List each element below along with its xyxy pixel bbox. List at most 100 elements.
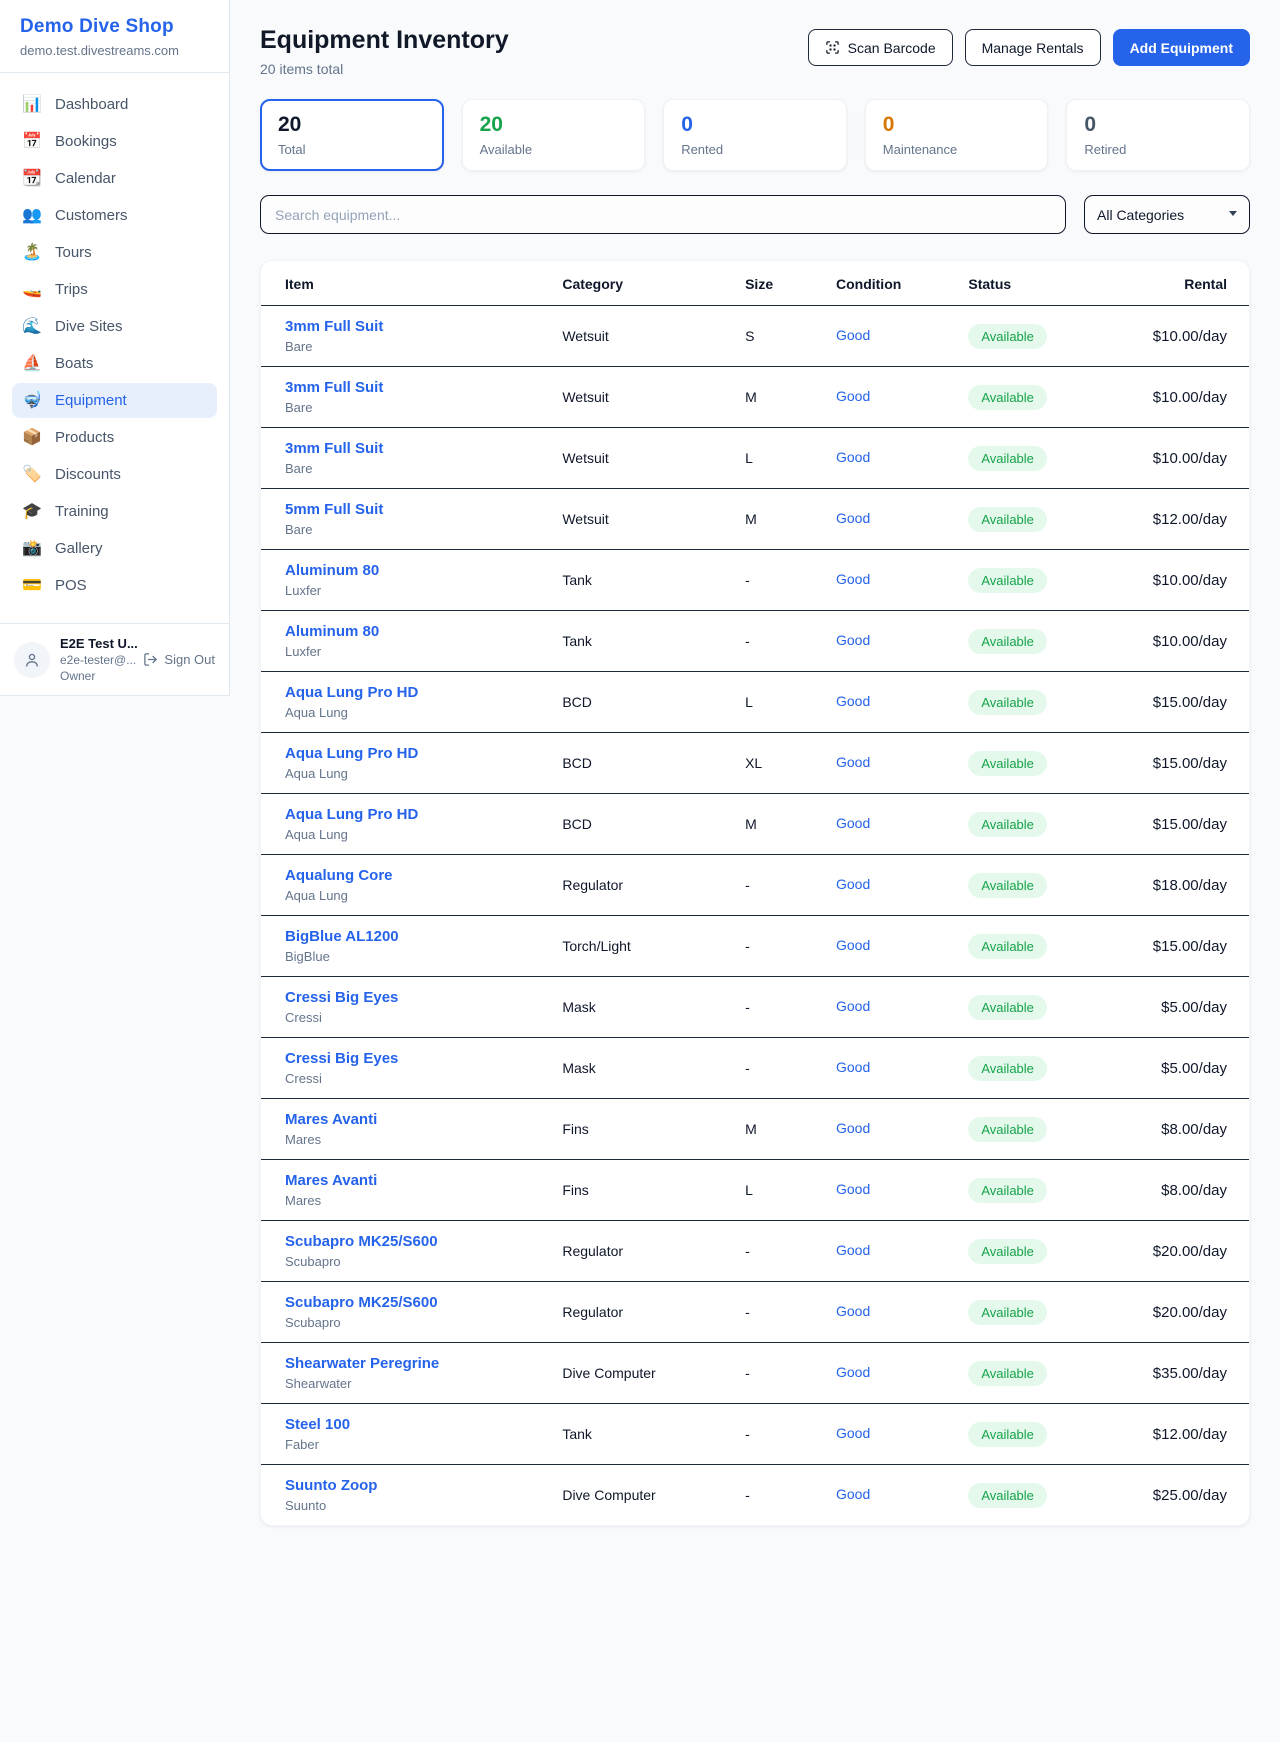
item-condition-link[interactable]: Good (836, 876, 870, 892)
item-brand: Cressi (285, 1071, 562, 1086)
item-condition-link[interactable]: Good (836, 449, 870, 465)
sidebar-item-customers[interactable]: 👥 Customers (12, 198, 217, 233)
sidebar-item-boats[interactable]: ⛵ Boats (12, 346, 217, 381)
item-condition-link[interactable]: Good (836, 815, 870, 831)
item-size: - (745, 1465, 836, 1526)
stat-card-available[interactable]: 20 Available (462, 99, 646, 171)
item-condition-link[interactable]: Good (836, 1486, 870, 1502)
item-brand: Suunto (285, 1498, 562, 1513)
item-name-link[interactable]: 3mm Full Suit (285, 318, 562, 335)
item-category: Wetsuit (562, 306, 745, 367)
sidebar-item-label: Bookings (55, 133, 117, 150)
item-name-link[interactable]: Cressi Big Eyes (285, 1050, 562, 1067)
sidebar-item-label: Training (55, 503, 109, 520)
sidebar-item-pos[interactable]: 💳 POS (12, 568, 217, 603)
table-row: Aqua Lung Pro HD Aqua Lung BCD M Good Av… (261, 794, 1249, 855)
table-row: Aqua Lung Pro HD Aqua Lung BCD L Good Av… (261, 672, 1249, 733)
item-rental-price: $10.00/day (1101, 428, 1249, 489)
status-badge: Available (968, 507, 1047, 532)
item-size: M (745, 367, 836, 428)
item-condition-link[interactable]: Good (836, 1364, 870, 1380)
brand-domain: demo.test.divestreams.com (20, 43, 209, 58)
item-brand: Mares (285, 1193, 562, 1208)
item-name-link[interactable]: Mares Avanti (285, 1172, 562, 1189)
sign-out-button[interactable]: Sign Out (143, 652, 215, 667)
item-name-link[interactable]: 3mm Full Suit (285, 379, 562, 396)
item-name-link[interactable]: Aqua Lung Pro HD (285, 745, 562, 762)
item-name-link[interactable]: Cressi Big Eyes (285, 989, 562, 1006)
sidebar-item-equipment[interactable]: 🤿 Equipment (12, 383, 217, 418)
stat-value: 20 (480, 113, 628, 137)
item-condition-link[interactable]: Good (836, 327, 870, 343)
item-condition-link[interactable]: Good (836, 754, 870, 770)
discounts-icon: 🏷️ (22, 467, 42, 483)
item-condition-link[interactable]: Good (836, 1059, 870, 1075)
item-name-link[interactable]: Aluminum 80 (285, 623, 562, 640)
sidebar-item-bookings[interactable]: 📅 Bookings (12, 124, 217, 159)
search-input[interactable] (260, 195, 1066, 234)
sidebar-item-label: POS (55, 577, 87, 594)
sign-out-icon (143, 652, 158, 667)
item-name-link[interactable]: 5mm Full Suit (285, 501, 562, 518)
item-condition-link[interactable]: Good (836, 693, 870, 709)
item-size: L (745, 1160, 836, 1221)
item-size: L (745, 672, 836, 733)
item-condition-link[interactable]: Good (836, 937, 870, 953)
status-badge: Available (968, 690, 1047, 715)
item-name-link[interactable]: Steel 100 (285, 1416, 562, 1433)
item-rental-price: $15.00/day (1101, 733, 1249, 794)
item-name-link[interactable]: Suunto Zoop (285, 1477, 562, 1494)
item-condition-link[interactable]: Good (836, 388, 870, 404)
stat-cards: 20 Total 20 Available 0 Rented 0 Mainten… (260, 99, 1250, 171)
item-condition-link[interactable]: Good (836, 998, 870, 1014)
column-header-size: Size (745, 261, 836, 306)
item-name-link[interactable]: Aqua Lung Pro HD (285, 684, 562, 701)
item-name-link[interactable]: Aqualung Core (285, 867, 562, 884)
manage-rentals-label: Manage Rentals (982, 40, 1084, 56)
stat-value: 0 (681, 113, 829, 137)
item-name-link[interactable]: BigBlue AL1200 (285, 928, 562, 945)
stat-card-maintenance[interactable]: 0 Maintenance (865, 99, 1049, 171)
stat-card-total[interactable]: 20 Total (260, 99, 444, 171)
item-name-link[interactable]: Shearwater Peregrine (285, 1355, 562, 1372)
sidebar-item-products[interactable]: 📦 Products (12, 420, 217, 455)
scan-barcode-button[interactable]: Scan Barcode (808, 29, 953, 66)
manage-rentals-button[interactable]: Manage Rentals (965, 29, 1101, 66)
sidebar-item-training[interactable]: 🎓 Training (12, 494, 217, 529)
table-row: Cressi Big Eyes Cressi Mask - Good Avail… (261, 977, 1249, 1038)
item-name-link[interactable]: Mares Avanti (285, 1111, 562, 1128)
category-filter-select[interactable]: All Categories (1084, 195, 1250, 234)
sidebar-item-gallery[interactable]: 📸 Gallery (12, 531, 217, 566)
sidebar-item-tours[interactable]: 🏝️ Tours (12, 235, 217, 270)
customers-icon: 👥 (22, 208, 42, 224)
stat-card-retired[interactable]: 0 Retired (1066, 99, 1250, 171)
trips-icon: 🚤 (22, 282, 42, 298)
item-brand: Bare (285, 339, 562, 354)
sidebar-item-trips[interactable]: 🚤 Trips (12, 272, 217, 307)
item-name-link[interactable]: Aluminum 80 (285, 562, 562, 579)
item-rental-price: $8.00/day (1101, 1099, 1249, 1160)
avatar (14, 642, 50, 678)
item-name-link[interactable]: Aqua Lung Pro HD (285, 806, 562, 823)
item-condition-link[interactable]: Good (836, 632, 870, 648)
sidebar-item-dive-sites[interactable]: 🌊 Dive Sites (12, 309, 217, 344)
add-equipment-button[interactable]: Add Equipment (1113, 29, 1250, 66)
item-condition-link[interactable]: Good (836, 1303, 870, 1319)
item-name-link[interactable]: Scubapro MK25/S600 (285, 1233, 562, 1250)
stat-card-rented[interactable]: 0 Rented (663, 99, 847, 171)
item-category: Regulator (562, 1282, 745, 1343)
sidebar-item-discounts[interactable]: 🏷️ Discounts (12, 457, 217, 492)
sidebar-item-calendar[interactable]: 📆 Calendar (12, 161, 217, 196)
sidebar-item-dashboard[interactable]: 📊 Dashboard (12, 87, 217, 122)
item-name-link[interactable]: Scubapro MK25/S600 (285, 1294, 562, 1311)
table-row: Scubapro MK25/S600 Scubapro Regulator - … (261, 1221, 1249, 1282)
item-condition-link[interactable]: Good (836, 1181, 870, 1197)
item-condition-link[interactable]: Good (836, 510, 870, 526)
item-name-link[interactable]: 3mm Full Suit (285, 440, 562, 457)
item-condition-link[interactable]: Good (836, 1425, 870, 1441)
item-size: - (745, 1343, 836, 1404)
item-condition-link[interactable]: Good (836, 1242, 870, 1258)
item-size: - (745, 611, 836, 672)
item-condition-link[interactable]: Good (836, 1120, 870, 1136)
item-condition-link[interactable]: Good (836, 571, 870, 587)
